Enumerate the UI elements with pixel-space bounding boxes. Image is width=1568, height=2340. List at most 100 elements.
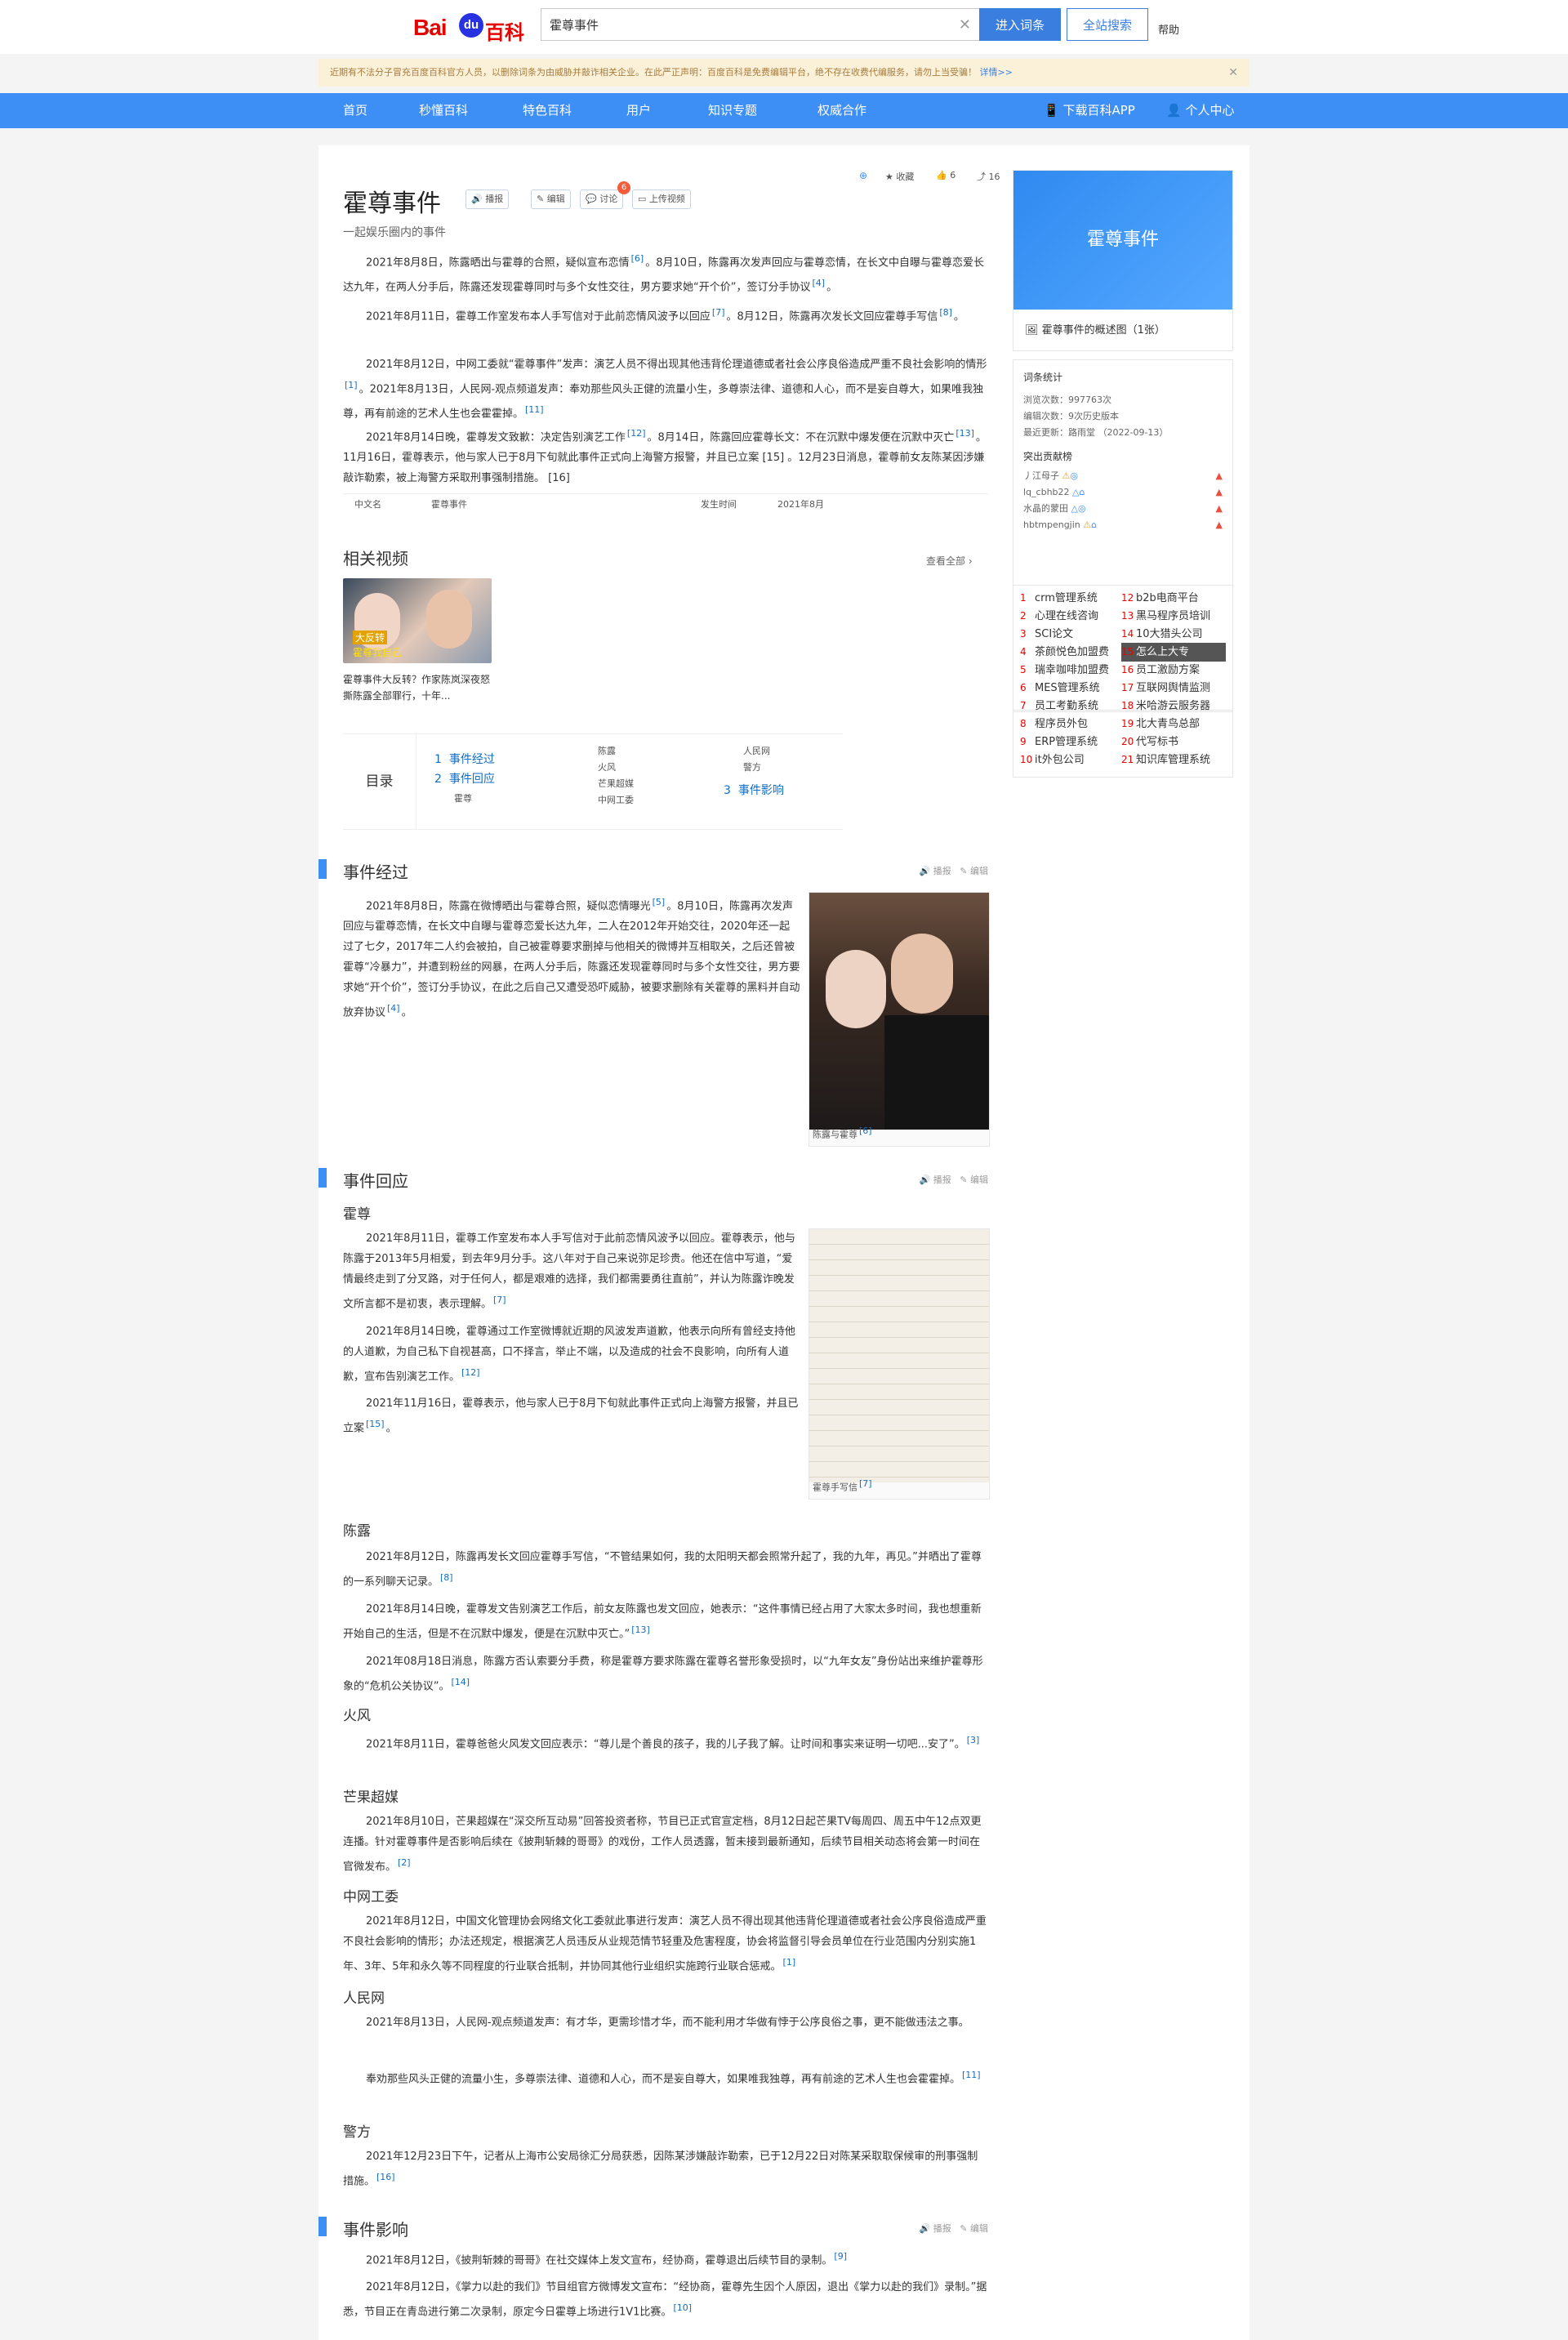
ranking-item[interactable]: 14 10大猎头公司 <box>1121 625 1226 644</box>
help-link[interactable]: 帮助 <box>1158 21 1179 37</box>
ranking-item[interactable]: 13 黑马程序员培训 <box>1121 607 1226 626</box>
ranking-item[interactable]: 20 代写标书 <box>1121 733 1226 751</box>
download-app-link[interactable]: 📱 下载百科APP <box>1044 93 1135 128</box>
toc-item[interactable]: 3 事件影响 <box>724 782 784 798</box>
photo-handwritten-letter[interactable]: 霍尊手写信 [7] <box>808 1228 990 1500</box>
overview-card[interactable]: 霍尊事件 🖼 霍尊事件的概述图（1张） <box>1013 170 1233 351</box>
ranking-item[interactable]: 15 怎么上大专 <box>1121 643 1226 662</box>
edit-button[interactable]: ✎ 编辑 <box>531 189 571 209</box>
video-overlay-text: 大反转 <box>353 631 388 644</box>
ranking-item[interactable]: 6 MES管理系统 <box>1020 679 1125 698</box>
like-button[interactable]: 👍 6 <box>936 170 956 181</box>
close-icon[interactable]: ✕ <box>1228 59 1238 87</box>
ranking-number: 14 <box>1121 628 1134 640</box>
ranking-number: 4 <box>1020 646 1027 657</box>
enter-entry-button[interactable]: 进入词条 <box>979 8 1061 41</box>
ranking-item[interactable]: 2 心理在线咨询 <box>1020 607 1125 626</box>
nav-item-special[interactable]: 特色百科 <box>523 93 572 128</box>
nav-item-partners[interactable]: 权威合作 <box>817 93 866 128</box>
photo-caption: 陈露与霍尊 [6] <box>813 1125 872 1140</box>
report-link[interactable]: 🔊 播报 <box>920 1174 951 1185</box>
ranking-item[interactable]: 21 知识库管理系统 <box>1121 751 1226 769</box>
toc-subitem[interactable]: 霍尊 <box>454 791 472 805</box>
ranking-item[interactable]: 16 员工激励方案 <box>1121 661 1226 680</box>
ranking-item[interactable]: 17 互联网舆情监测 <box>1121 679 1226 698</box>
baidu-baike-logo[interactable]: Bai du 百科 <box>413 11 528 44</box>
edit-count[interactable]: 编辑次数：9次历史版本 <box>1023 408 1223 425</box>
discuss-button[interactable]: 💬 讨论 <box>580 189 624 209</box>
ranking-item[interactable]: 7 员工考勤系统 <box>1020 697 1125 715</box>
toc-subitem[interactable]: 警方 <box>743 760 761 773</box>
ranking-item[interactable]: 3 SCI论文 <box>1020 625 1125 644</box>
section-title: 事件经过 <box>343 862 408 882</box>
summary-paragraph: 2021年8月14日晚，霍尊发文致歉：决定告别演艺工作 [12] 。8月14日，陈露… <box>343 428 987 485</box>
collect-button[interactable]: ★ 收藏 <box>885 170 914 183</box>
contributor-item[interactable]: 丿江母子 ⚠◎ ▲ <box>1023 468 1223 484</box>
upload-video-button[interactable]: ▭ 上传视频 <box>632 189 691 209</box>
ranking-item[interactable]: 8 程序员外包 <box>1020 715 1125 733</box>
report-link[interactable]: 🔊 播报 <box>920 866 951 876</box>
search-box: ✕ <box>541 8 980 41</box>
ranking-item[interactable]: 19 北大青鸟总部 <box>1121 715 1226 733</box>
toc-subitem[interactable]: 陈露 <box>598 744 616 757</box>
toc-subitem[interactable]: 中网工委 <box>598 793 634 806</box>
ranking-item[interactable]: 1 crm管理系统 <box>1020 589 1125 608</box>
ranking-number: 8 <box>1020 718 1027 729</box>
report-link[interactable]: 🔊 播报 <box>920 2223 951 2234</box>
nav-item-home[interactable]: 首页 <box>343 93 368 128</box>
contributor-item[interactable]: hbtmpengjin ⚠⌂ ▲ <box>1023 517 1223 533</box>
video-thumbnail[interactable]: 大反转 霍尊我自己 <box>343 578 492 663</box>
section-ops: 🔊 播报 ✎ 编辑 <box>920 1173 988 1186</box>
ranking-label: 代写标书 <box>1136 736 1179 748</box>
toc-subitem[interactable]: 芒果超媒 <box>598 777 634 790</box>
video-overlay-text: 霍尊我自己 <box>353 647 403 658</box>
toc-subitem[interactable]: 火风 <box>598 760 616 773</box>
nav-item-user[interactable]: 用户 <box>626 93 651 128</box>
ranking-item[interactable]: 18 米哈游云服务器 <box>1121 697 1226 715</box>
section-paragraph: 2021年8月11日，霍尊工作室发布本人手写信对于此前恋情风波予以回应。霍尊表示… <box>343 1232 795 1311</box>
hot-ranking-card: 1 crm管理系统 12 b2b电商平台 2 心理在线咨询 13 黑马程序员培训 3 SCI论文 1… <box>1013 585 1233 778</box>
ranking-item[interactable]: 10 it外包公司 <box>1020 751 1125 769</box>
section-paragraph: 奉劝那些风头正健的流量小生，多尊崇法律、道德和人心，而不是妄自尊大，如果唯我独尊… <box>366 2070 981 2086</box>
toc-subitem[interactable]: 人民网 <box>743 744 770 757</box>
photo-chenlu-huozun[interactable]: 陈露与霍尊 [6] <box>808 892 990 1147</box>
ranking-label: 怎么上大专 <box>1136 646 1190 658</box>
clear-icon[interactable]: ✕ <box>959 16 971 33</box>
section-paragraph: 2021年8月11日，霍尊爸爸火风发文回应表示：“尊儿是个善良的孩子，我的儿子我… <box>366 1735 980 1751</box>
nav-item-miaodong[interactable]: 秒懂百科 <box>419 93 468 128</box>
overview-label: 霍尊事件的概述图（1张） <box>1041 324 1165 337</box>
videos-more-link[interactable]: 查看全部 › <box>926 554 973 568</box>
ranking-item[interactable]: 12 b2b电商平台 <box>1121 589 1226 608</box>
ranking-item[interactable]: 5 瑞幸咖啡加盟费 <box>1020 661 1125 680</box>
last-updated: 最近更新：路雨堂 （2022-09-13） <box>1023 427 1169 438</box>
nav-item-topics[interactable]: 知识专题 <box>708 93 757 128</box>
ranking-label: 米哈游云服务器 <box>1136 700 1211 712</box>
ranking-label: it外包公司 <box>1035 754 1085 766</box>
ranking-number: 6 <box>1020 682 1027 693</box>
site-search-button[interactable]: 全站搜索 <box>1067 8 1148 41</box>
toc-item[interactable]: 1 事件经过 <box>434 751 495 767</box>
edit-link[interactable]: ✎ 编辑 <box>960 2223 988 2234</box>
ranking-number: 12 <box>1121 592 1134 604</box>
edit-link[interactable]: ✎ 编辑 <box>960 1174 988 1185</box>
ranking-item[interactable]: 9 ERP管理系统 <box>1020 733 1125 751</box>
infobox-key: 发生时间 <box>701 499 737 510</box>
edit-link[interactable]: ✎ 编辑 <box>960 866 988 876</box>
plus-icon[interactable]: ⊕ <box>859 170 867 181</box>
toc-item[interactable]: 2 事件回应 <box>434 770 495 787</box>
video-caption[interactable]: 霍尊事件大反转？作家陈岚深夜怒撕陈露全部罪行，十年... <box>343 671 492 704</box>
notice-more-link[interactable]: 详情>> <box>980 67 1013 78</box>
overview-link[interactable]: 🖼 霍尊事件的概述图（1张） <box>1025 321 1165 337</box>
contributor-item[interactable]: lq_cbhb22 △⌂ ▲ <box>1023 484 1223 501</box>
report-button[interactable]: 🔊 播报 <box>466 189 510 209</box>
share-button[interactable]: ⤴ 16 <box>977 170 1000 183</box>
contributor-item[interactable]: 水晶的蒙田 △◎ ▲ <box>1023 501 1223 517</box>
subsection-title: 陈露 <box>343 1523 371 1540</box>
user-center-link[interactable]: 👤 个人中心 <box>1166 93 1234 128</box>
ranking-item[interactable]: 4 茶颜悦色加盟费 <box>1020 643 1125 662</box>
main-nav: 首页 秒懂百科 特色百科 用户 知识专题 权威合作 📱 下载百科APP 👤 个人… <box>0 93 1568 128</box>
ranking-number: 17 <box>1121 682 1134 693</box>
search-input[interactable] <box>541 9 933 40</box>
subsection-title: 霍尊 <box>343 1206 371 1223</box>
section-marker <box>318 1168 327 1188</box>
